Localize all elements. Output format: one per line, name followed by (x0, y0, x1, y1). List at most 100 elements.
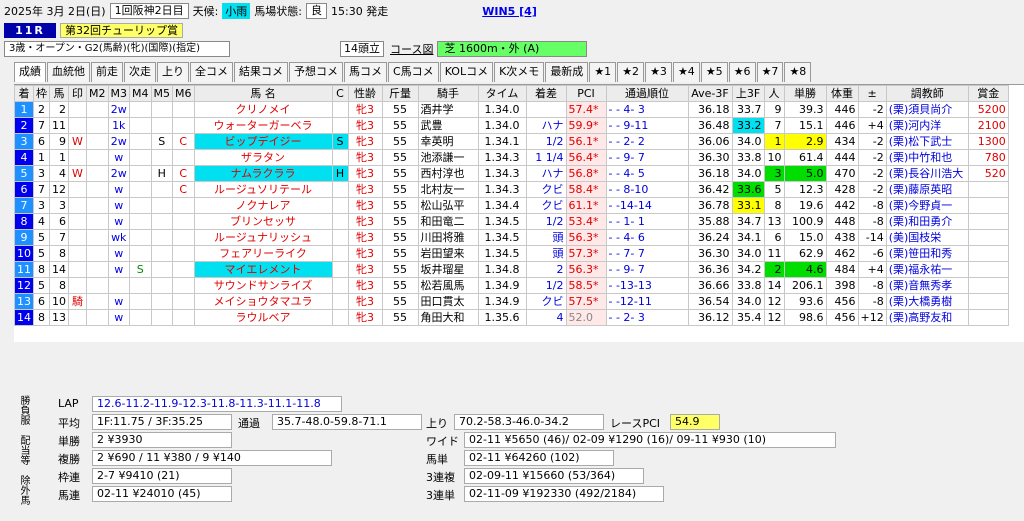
tab-17[interactable]: ★5 (700, 62, 728, 82)
tab-13[interactable]: ★1 (589, 62, 617, 82)
column-header[interactable]: M4 (129, 85, 152, 102)
column-header[interactable]: 馬 名 (193, 85, 333, 102)
cell-kin: 55 (381, 277, 419, 294)
cell-prize (967, 277, 1009, 294)
column-header[interactable]: 馬 (49, 85, 69, 102)
column-header[interactable]: M3 (107, 85, 130, 102)
tab-0[interactable]: 成績 (14, 62, 46, 82)
column-header[interactable]: 印 (68, 85, 87, 102)
cell-m4 (129, 165, 152, 182)
cell-m4 (129, 245, 152, 262)
cell-diff: +4 (857, 117, 887, 134)
table-row[interactable]: 10 5 8 w フェアリーライク 牝3 55 岩田望来 1.34.5 頭 57.3* - - 7- … (14, 245, 1009, 262)
column-header[interactable]: 着差 (525, 85, 567, 102)
table-row[interactable]: 14 8 13 w ラウルベア 牝3 55 角田大和 1.35.6 4 52.0- - 2- 3 36… (14, 309, 1009, 326)
column-header[interactable]: M5 (150, 85, 173, 102)
table-row[interactable]: 5 3 4 W 2w H C ナムラクララ H 牝3 55 西村淳也 1.34.3 ハナ 56.8* - - … (14, 165, 1009, 182)
cell-pop: 8 (763, 197, 785, 214)
side-tab-scratched[interactable]: 除外馬 (16, 475, 31, 505)
table-row[interactable]: 7 3 3 w ノクナレア 牝3 55 松山弘平 1.34.4 クビ 61.1* - -14-14 36… (14, 197, 1009, 214)
cell-m6 (172, 245, 195, 262)
column-header[interactable]: 通過順位 (605, 85, 689, 102)
cell-m2 (86, 309, 109, 326)
cell-diff: -8 (857, 197, 887, 214)
cell-m4 (129, 213, 152, 230)
cell-weight: 442 (825, 197, 859, 214)
cell-m5 (150, 245, 173, 262)
column-header[interactable]: M2 (86, 85, 109, 102)
tab-15[interactable]: ★3 (645, 62, 672, 82)
tab-14[interactable]: ★2 (617, 62, 645, 82)
cell-trainer: (栗)笹田和秀 (885, 245, 969, 262)
cell-m5 (150, 229, 173, 246)
course-map-link[interactable]: コース図 (390, 41, 433, 57)
tab-11[interactable]: K次メモ (494, 62, 545, 82)
tab-12[interactable]: 最新成 (545, 62, 589, 82)
tab-5[interactable]: 全コメ (190, 62, 233, 82)
column-header[interactable]: タイム (477, 85, 527, 102)
race-condition-bar: 3歳・オープン・G2(馬齢)(牝)(国際)(指定) 14頭立 コース図 芝 16… (4, 40, 588, 57)
column-header[interactable]: 人 (763, 85, 785, 102)
cell-name: ビップデイジー (193, 133, 333, 150)
column-header[interactable]: ± (857, 85, 887, 102)
cell-sex: 牝3 (347, 149, 383, 166)
cell-diff: -2 (857, 133, 887, 150)
cell-weight: 456 (825, 293, 859, 310)
column-header[interactable]: 斤量 (381, 85, 419, 102)
column-header[interactable]: 着 (14, 85, 34, 102)
win5-link[interactable]: WIN5 [4] (482, 5, 537, 18)
column-header[interactable]: M6 (172, 85, 195, 102)
cell-trainer: (栗)大橋勇樹 (885, 293, 969, 310)
column-header[interactable]: 枠 (33, 85, 50, 102)
column-header[interactable]: 性齢 (347, 85, 383, 102)
payout-exacta-label: 馬単 (426, 453, 448, 466)
table-row[interactable]: 1 2 2 2w クリノメイ 牝3 55 酒井学 1.34.0 57.4* - - 4- 3 36.1… (14, 101, 1009, 118)
column-header[interactable]: PCI (565, 85, 607, 102)
cell-trainer: (栗)須貝尚介 (885, 101, 969, 118)
cell-m3: w (107, 293, 130, 310)
column-header[interactable]: 上3F (731, 85, 765, 102)
tab-19[interactable]: ★7 (756, 62, 784, 82)
table-row[interactable]: 6 7 12 w C ルージュソリテール 牝3 55 北村友一 1.34.3 クビ 58.4* - - … (14, 181, 1009, 198)
cell-m5 (150, 181, 173, 198)
column-header[interactable]: 騎手 (417, 85, 479, 102)
results-grid: 着枠馬印 M2 M3 M4 M5 M6 馬 名 C 性齢 斤量 騎手 タイム 着差 PCI 通過順位 Ave-… (14, 84, 1024, 342)
cell-m4 (129, 309, 152, 326)
cell-waku: 8 (33, 309, 50, 326)
cell-margin: 1/2 (525, 277, 567, 294)
cell-m2 (86, 245, 109, 262)
tab-7[interactable]: 予想コメ (289, 62, 343, 82)
tab-3[interactable]: 次走 (124, 62, 156, 82)
tab-4[interactable]: 上り (157, 62, 189, 82)
table-row[interactable]: 3 6 9 W 2w S C ビップデイジー S 牝3 55 幸英明 1.34.1 1/2 56.1* - -… (14, 133, 1009, 150)
column-header[interactable]: 単勝 (783, 85, 827, 102)
side-tab-payouts[interactable]: 配当等 (16, 435, 31, 465)
side-tab-silks[interactable]: 勝負服 (16, 395, 31, 425)
race-name: 第32回チューリップ賞 (60, 22, 183, 38)
table-row[interactable]: 11 8 14 w S マイエレメント 牝3 55 坂井瑠星 1.34.8 2 56.3* - - 9-… (14, 261, 1009, 278)
table-row[interactable]: 12 5 8 サウンドサンライズ 牝3 55 松若風馬 1.34.9 1/2 58.5* - -13… (14, 277, 1009, 294)
cell-margin: 2 (525, 261, 567, 278)
tab-6[interactable]: 結果コメ (234, 62, 288, 82)
column-header[interactable]: 体重 (825, 85, 859, 102)
column-header[interactable]: 調教師 (885, 85, 969, 102)
tab-1[interactable]: 血統他 (47, 62, 90, 82)
cell-pass: - - 9-11 (605, 117, 689, 134)
column-header[interactable]: Ave-3F (687, 85, 733, 102)
column-header[interactable]: C (331, 85, 349, 102)
meeting-field[interactable]: 1回阪神2日目 (109, 3, 189, 19)
table-row[interactable]: 9 5 7 wk ルージュナリッシュ 牝3 55 川田将雅 1.34.5 頭 56.3* - - 4-… (14, 229, 1009, 246)
tab-9[interactable]: C馬コメ (388, 62, 439, 82)
table-row[interactable]: 8 4 6 w ブリンセッサ 牝3 55 和田竜二 1.34.5 1/2 53.4* - - 1- 1… (14, 213, 1009, 230)
tab-2[interactable]: 前走 (91, 62, 123, 82)
tab-18[interactable]: ★6 (728, 62, 756, 82)
tab-8[interactable]: 馬コメ (344, 62, 387, 82)
column-header[interactable]: 賞金 (967, 85, 1009, 102)
table-row[interactable]: 13 6 10 騎 w メイショウタマユラ 牝3 55 田口貫太 1.34.9 クビ 57.5* - -… (14, 293, 1009, 310)
table-row[interactable]: 2 7 11 1k ウォーターガーベラ 牝3 55 武豊 1.34.0 ハナ 59.9* - - 9-… (14, 117, 1009, 134)
tab-10[interactable]: KOLコメ (439, 62, 494, 82)
tab-20[interactable]: ★8 (784, 62, 812, 82)
avg-field: 1F:11.75 / 3F:35.25 (92, 414, 232, 430)
tab-16[interactable]: ★4 (672, 62, 700, 82)
table-row[interactable]: 4 1 1 w ザラタン 牝3 55 池添謙一 1.34.3 1 1/4 56.4* - - 9- 7… (14, 149, 1009, 166)
